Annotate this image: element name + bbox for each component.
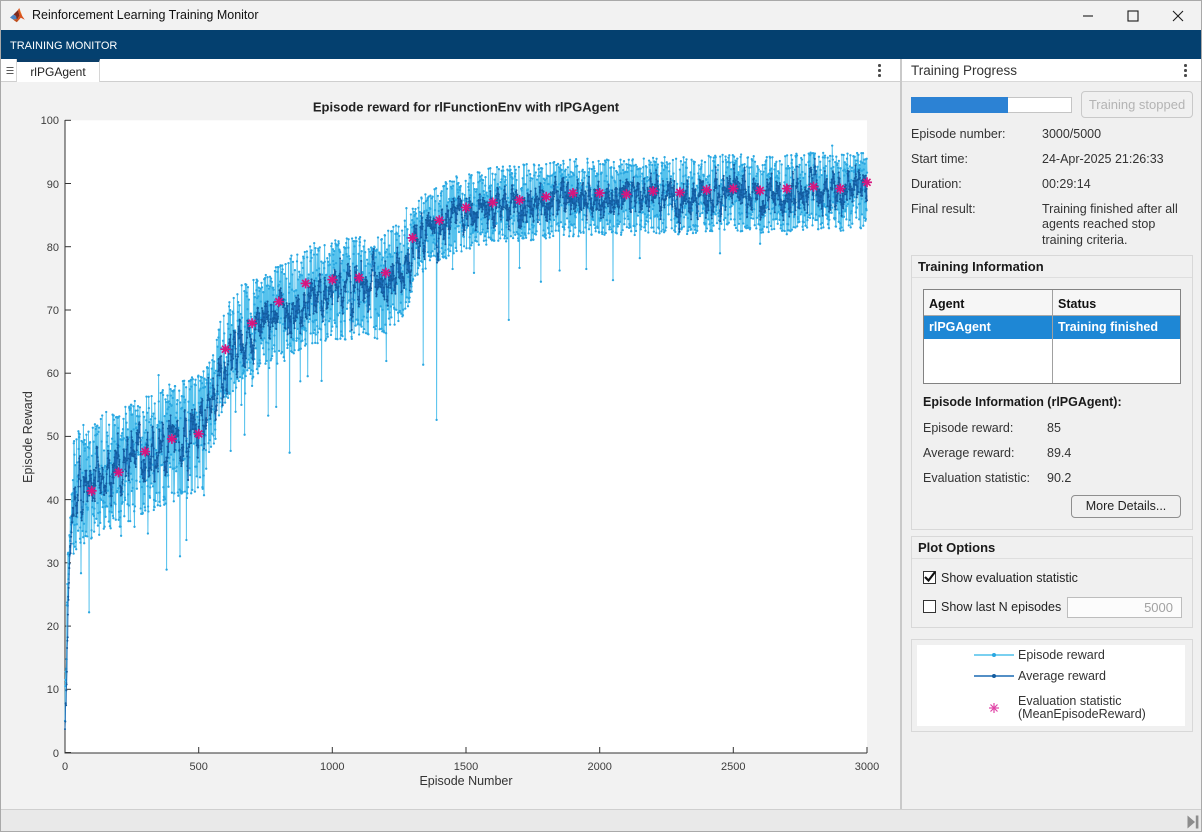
svg-text:0: 0 (53, 748, 59, 760)
svg-text:3000: 3000 (855, 761, 879, 773)
svg-text:100: 100 (41, 115, 59, 127)
svg-text:2500: 2500 (721, 761, 745, 773)
svg-text:2000: 2000 (587, 761, 611, 773)
svg-text:80: 80 (47, 242, 59, 254)
svg-text:Average reward: Average reward (1018, 669, 1106, 683)
svg-text:1500: 1500 (454, 761, 478, 773)
svg-text:40: 40 (47, 495, 59, 507)
svg-text:Evaluation statistic: Evaluation statistic (1018, 694, 1122, 708)
svg-text:(MeanEpisodeReward): (MeanEpisodeReward) (1018, 707, 1146, 721)
svg-text:Episode reward for rlFunctionE: Episode reward for rlFunctionEnv with rl… (313, 100, 620, 115)
svg-text:1000: 1000 (320, 761, 344, 773)
svg-text:20: 20 (47, 621, 59, 633)
svg-text:Episode Number: Episode Number (419, 774, 512, 788)
svg-text:0: 0 (62, 761, 68, 773)
svg-text:500: 500 (190, 761, 208, 773)
svg-text:70: 70 (47, 305, 59, 317)
svg-text:60: 60 (47, 368, 59, 380)
svg-text:Episode Reward: Episode Reward (21, 391, 35, 483)
svg-text:30: 30 (47, 558, 59, 570)
svg-text:50: 50 (47, 431, 59, 443)
svg-text:Episode reward: Episode reward (1018, 648, 1105, 662)
svg-text:90: 90 (47, 179, 59, 191)
svg-text:10: 10 (47, 684, 59, 696)
